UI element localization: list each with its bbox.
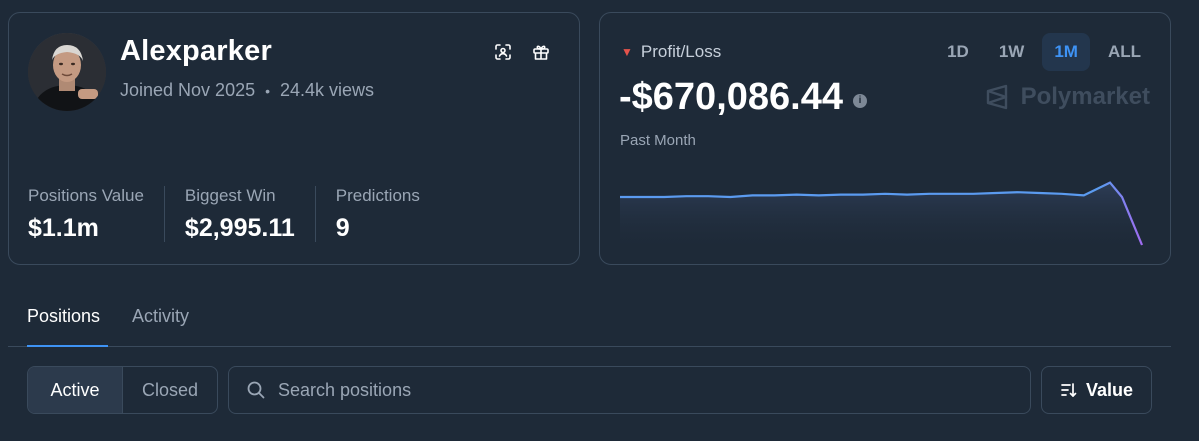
profile-stats: Positions Value $1.1m Biggest Win $2,995… [28, 186, 460, 242]
polymarket-icon [986, 84, 1007, 110]
polymarket-logo: Polymarket [983, 83, 1150, 111]
stat-value: 9 [335, 214, 350, 242]
pnl-card: ▼ Profit/Loss 1D 1W 1M ALL -$670,086.44 … [599, 12, 1171, 265]
stat-label: Positions Value [28, 186, 144, 205]
range-tabs: 1D 1W 1M ALL [935, 33, 1153, 71]
tab-activity[interactable]: Activity [132, 306, 189, 327]
sort-label: Value [1085, 379, 1134, 400]
range-tab-all[interactable]: ALL [1096, 33, 1153, 71]
pnl-label-text: Profit/Loss [640, 42, 722, 61]
search-input[interactable] [278, 379, 978, 401]
sort-icon [1061, 383, 1077, 397]
scan-icon[interactable] [492, 41, 514, 63]
range-tab-1w[interactable]: 1W [987, 33, 1037, 71]
pnl-label: ▼ Profit/Loss [621, 42, 721, 62]
stat-label: Biggest Win [184, 186, 276, 205]
pnl-chart [620, 181, 1144, 253]
range-tab-1m[interactable]: 1M [1042, 33, 1090, 71]
stat-value: $2,995.11 [184, 214, 295, 242]
stat-positions-value: Positions Value $1.1m [28, 186, 165, 242]
active-tab-underline [27, 345, 108, 347]
avatar[interactable] [28, 33, 106, 111]
stat-value: $1.1m [28, 214, 99, 242]
view-count: 24.4k views [280, 80, 375, 100]
profile-card: Alexparker Joined Nov 2025 • 24.4k views… [8, 12, 580, 265]
info-icon[interactable]: i [852, 93, 867, 108]
range-tab-1d[interactable]: 1D [935, 33, 981, 71]
sort-button[interactable]: Value [1041, 366, 1152, 414]
segment-active[interactable]: Active [28, 367, 122, 413]
down-triangle-icon: ▼ [621, 45, 633, 59]
content-tabs: Positions Activity [8, 290, 1171, 347]
username: Alexparker [120, 35, 272, 67]
segment-closed[interactable]: Closed [122, 367, 217, 413]
search-icon [247, 381, 265, 399]
status-segmented-control: Active Closed [27, 366, 218, 414]
avatar-image [28, 33, 106, 111]
profile-meta: Joined Nov 2025 • 24.4k views [120, 80, 374, 101]
pnl-value: -$670,086.44 i [619, 76, 867, 119]
tab-positions[interactable]: Positions [27, 306, 100, 327]
stat-label: Predictions [335, 186, 420, 205]
pnl-amount: -$670,086.44 [619, 76, 843, 118]
gift-icon[interactable] [530, 41, 552, 63]
search-box[interactable] [228, 366, 1031, 414]
joined-date: Joined Nov 2025 [120, 80, 256, 100]
brand-name: Polymarket [1020, 83, 1150, 110]
stat-biggest-win: Biggest Win $2,995.11 [185, 186, 316, 242]
meta-separator: • [265, 82, 271, 99]
pnl-period: Past Month [620, 132, 696, 149]
stat-predictions: Predictions 9 [336, 186, 440, 242]
